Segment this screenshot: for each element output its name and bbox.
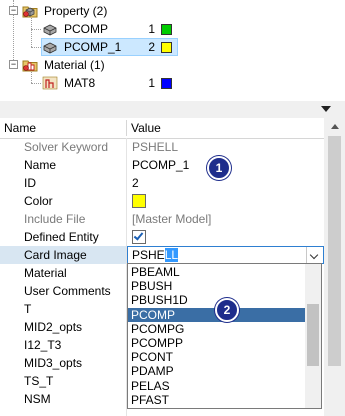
tree-line: [31, 72, 32, 83]
field-label: TS_T: [24, 374, 54, 388]
dropdown-scrollbar[interactable]: [305, 264, 321, 408]
property-icon: [42, 39, 58, 55]
callout-badge-2: 2: [215, 298, 239, 322]
tree-node-mat8[interactable]: MAT8: [64, 74, 95, 92]
tree-node-property-group[interactable]: Property (2): [44, 2, 107, 20]
material-group-expander[interactable]: −: [9, 60, 18, 69]
tree-line: [31, 18, 32, 47]
color-swatch[interactable]: [161, 78, 172, 89]
field-label: MID3_opts: [24, 356, 83, 370]
collapse-arrow-icon[interactable]: [321, 106, 331, 112]
combo-text-prefix: PSHE: [132, 248, 165, 262]
tree-node-label: PCOMP_1: [64, 40, 122, 54]
color-field[interactable]: [127, 192, 324, 210]
tree-node-label: MAT8: [64, 76, 96, 90]
callout-badge-1: 1: [207, 156, 231, 180]
dropdown-option[interactable]: PDAMP: [128, 364, 306, 378]
tree-node-id: 1: [148, 22, 155, 36]
dropdown-option[interactable]: PFAST: [128, 393, 306, 407]
tree-node-pcomp[interactable]: PCOMP: [64, 20, 108, 38]
field-label: Defined Entity: [24, 230, 99, 244]
combo-text-selection: LL: [164, 248, 179, 262]
tree-node-material-group[interactable]: Material (1): [44, 56, 105, 74]
dropdown-scroll-thumb[interactable]: [307, 304, 319, 366]
field-label: I12_T3: [24, 338, 62, 352]
field-label: Color: [24, 194, 53, 208]
dropdown-option[interactable]: PCOMPG: [128, 322, 306, 336]
color-swatch[interactable]: [161, 42, 172, 53]
card-image-combobox[interactable]: PSHELL: [127, 246, 324, 264]
property-group-expander[interactable]: −: [9, 6, 18, 15]
field-label: Material: [24, 266, 67, 280]
defined-entity-checkbox[interactable]: [132, 229, 146, 244]
dropdown-option[interactable]: PELAS: [128, 379, 306, 393]
defined-entity-field[interactable]: [127, 228, 324, 246]
dropdown-option[interactable]: PBEAML: [128, 265, 306, 279]
field-label: Card Image: [0, 246, 126, 264]
row-defined-entity[interactable]: Defined Entity: [0, 228, 324, 246]
grid-scrollbar[interactable]: [324, 118, 345, 416]
tree-line: [31, 83, 41, 84]
tree-node-label: PCOMP: [64, 22, 109, 36]
field-label: T: [24, 302, 32, 316]
scroll-up-arrow-icon[interactable]: [331, 124, 339, 129]
chevron-down-icon[interactable]: [306, 247, 323, 263]
color-swatch[interactable]: [132, 193, 146, 208]
dropdown-option[interactable]: PCOMPP: [128, 336, 306, 350]
tree-node-id: 2: [148, 40, 155, 54]
field-label: ID: [24, 176, 36, 190]
row-card-image[interactable]: Card Image PSHELL: [0, 246, 324, 264]
property-group-label: Property (2): [44, 4, 108, 18]
tree-node-id: 1: [148, 76, 155, 90]
field-label: Name: [24, 158, 57, 172]
grid-header: Name Value: [0, 118, 324, 139]
card-image-input[interactable]: PSHELL: [132, 247, 179, 263]
material-folder-icon: [22, 57, 38, 73]
row-id[interactable]: ID 2: [0, 174, 324, 192]
row-include-file[interactable]: Include File [Master Model]: [0, 210, 324, 228]
row-color[interactable]: Color: [0, 192, 324, 210]
field-label: NSM: [24, 392, 51, 406]
field-value: [Master Model]: [132, 212, 212, 226]
field-value: PSHELL: [132, 140, 179, 154]
field-label: Solver Keyword: [24, 140, 109, 154]
grid-scroll-thumb[interactable]: [328, 136, 341, 366]
value-column-header[interactable]: Value: [127, 118, 324, 138]
model-browser-tree: − Property (2) PCOMP 1 PCOMP_1 2 − Mater…: [0, 0, 345, 101]
panel-splitter[interactable]: [0, 101, 345, 118]
row-solver-keyword[interactable]: Solver Keyword PSHELL: [0, 138, 324, 156]
field-label: Include File: [24, 212, 86, 226]
property-folder-icon: [22, 3, 38, 19]
dropdown-option[interactable]: PCONT: [128, 350, 306, 364]
row-name[interactable]: Name PCOMP_1: [0, 156, 324, 174]
material-group-label: Material (1): [44, 58, 105, 72]
name-column-header[interactable]: Name: [0, 118, 126, 138]
property-icon: [42, 21, 58, 37]
color-swatch[interactable]: [161, 24, 172, 35]
material-icon: [42, 75, 58, 91]
dropdown-option[interactable]: PBUSH: [128, 279, 306, 293]
tree-line: [31, 47, 41, 48]
tree-line: [31, 29, 41, 30]
card-image-dropdown-list[interactable]: PBEAML PBUSH PBUSH1D PCOMP PCOMPG PCOMPP…: [127, 263, 322, 409]
field-label: User Comments: [24, 284, 111, 298]
field-label: MID2_opts: [24, 320, 83, 334]
